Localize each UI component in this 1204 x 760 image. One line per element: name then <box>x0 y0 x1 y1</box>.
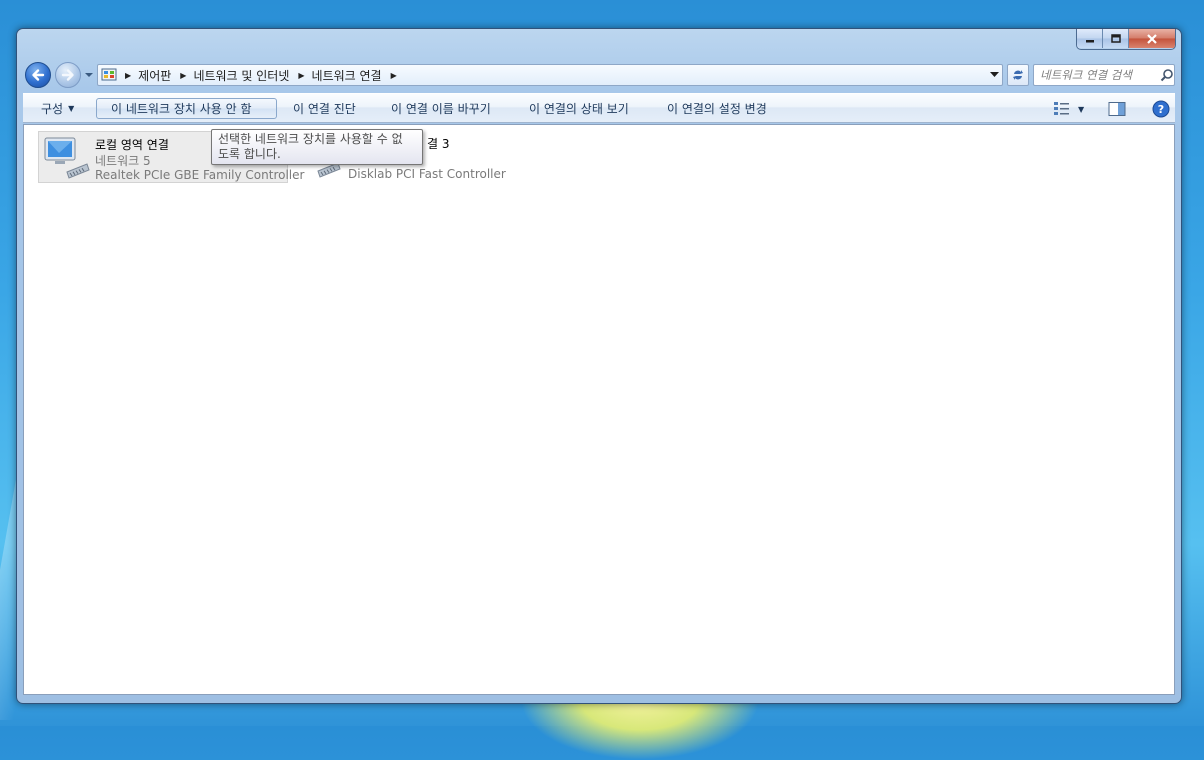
close-button[interactable] <box>1129 29 1175 48</box>
preview-pane-button[interactable] <box>1108 99 1126 119</box>
breadcrumb-separator-icon[interactable]: ▶ <box>391 71 397 80</box>
diagnose-label: 이 연결 진단 <box>293 102 356 116</box>
chevron-down-icon: ▼ <box>1078 104 1085 114</box>
organize-label: 구성 <box>41 102 64 116</box>
connections-list: 로컬 영역 연결 네트워크 5 Realtek PCIe GBE Family … <box>23 124 1175 695</box>
forward-button[interactable] <box>55 62 81 88</box>
diagnose-button[interactable]: 이 연결 진단 <box>287 98 362 119</box>
address-bar[interactable]: ▶ 제어판 ▶ 네트워크 및 인터넷 ▶ 네트워크 연결 ▶ <box>97 64 1003 86</box>
minimize-button[interactable] <box>1077 29 1103 48</box>
disable-device-tooltip: 선택한 네트워크 장치를 사용할 수 없 도록 합니다. <box>211 129 423 165</box>
search-input[interactable] <box>1040 68 1158 82</box>
tooltip-line-2: 도록 합니다. <box>218 147 281 161</box>
minimize-icon <box>1085 39 1094 42</box>
control-panel-icon <box>101 67 117 83</box>
connection-device: Disklab PCI Fast Controller <box>348 167 506 181</box>
view-options-button[interactable]: ▼ <box>1053 99 1084 119</box>
breadcrumb-control-panel[interactable]: 제어판 <box>137 67 172 84</box>
recent-pages-dropdown[interactable] <box>84 70 94 80</box>
breadcrumb-separator-icon[interactable]: ▶ <box>125 71 131 80</box>
explorer-window: ▶ 제어판 ▶ 네트워크 및 인터넷 ▶ 네트워크 연결 ▶ 구성 <box>16 28 1182 704</box>
change-settings-label: 이 연결의 설정 변경 <box>667 102 767 116</box>
connection-name: 로컬 영역 연결 <box>95 138 169 152</box>
breadcrumb-network-internet[interactable]: 네트워크 및 인터넷 <box>192 67 290 84</box>
change-settings-button[interactable]: 이 연결의 설정 변경 <box>661 98 773 119</box>
help-icon: ? <box>1152 100 1170 118</box>
view-options-icon <box>1054 102 1069 115</box>
back-arrow-icon <box>32 69 45 81</box>
refresh-button[interactable] <box>1007 64 1029 86</box>
organize-menu[interactable]: 구성 ▼ <box>35 98 80 119</box>
search-box <box>1033 64 1175 86</box>
network-adapter-icon <box>41 134 91 182</box>
disable-device-button[interactable]: 이 네트워크 장치 사용 안 함 <box>96 98 277 119</box>
svg-text:?: ? <box>1158 103 1164 116</box>
search-icon[interactable] <box>1160 68 1174 82</box>
view-status-label: 이 연결의 상태 보기 <box>529 102 629 116</box>
disable-device-label: 이 네트워크 장치 사용 안 함 <box>111 102 252 116</box>
view-status-button[interactable]: 이 연결의 상태 보기 <box>523 98 635 119</box>
caption-buttons <box>1076 29 1176 50</box>
forward-arrow-icon <box>61 69 74 81</box>
help-button[interactable]: ? <box>1152 99 1170 119</box>
rename-button[interactable]: 이 연결 이름 바꾸기 <box>385 98 497 119</box>
maximize-icon <box>1110 33 1121 43</box>
rename-label: 이 연결 이름 바꾸기 <box>391 102 491 116</box>
chevron-down-icon <box>989 72 999 77</box>
command-bar: 구성 ▼ 이 네트워크 장치 사용 안 함 이 연결 진단 이 연결 이름 바꾸… <box>23 93 1175 123</box>
back-button[interactable] <box>25 62 51 88</box>
tooltip-line-1: 선택한 네트워크 장치를 사용할 수 없 <box>218 132 403 146</box>
breadcrumb-separator-icon[interactable]: ▶ <box>180 71 186 80</box>
connection-network: 네트워크 5 <box>95 154 151 168</box>
address-history-dropdown[interactable] <box>988 69 1000 81</box>
breadcrumb-network-connections[interactable]: 네트워크 연결 <box>311 67 383 84</box>
close-icon <box>1147 33 1157 44</box>
chevron-down-icon: ▼ <box>68 104 75 113</box>
connection-name-fragment: 결 3 <box>427 137 450 151</box>
preview-pane-icon <box>1108 102 1126 116</box>
refresh-icon <box>1013 70 1023 80</box>
chevron-down-icon <box>85 73 93 77</box>
navigation-bar: ▶ 제어판 ▶ 네트워크 및 인터넷 ▶ 네트워크 연결 ▶ <box>23 61 1175 89</box>
breadcrumb-separator-icon[interactable]: ▶ <box>298 71 304 80</box>
connection-device: Realtek PCIe GBE Family Controller <box>95 168 305 182</box>
maximize-button[interactable] <box>1103 29 1129 48</box>
